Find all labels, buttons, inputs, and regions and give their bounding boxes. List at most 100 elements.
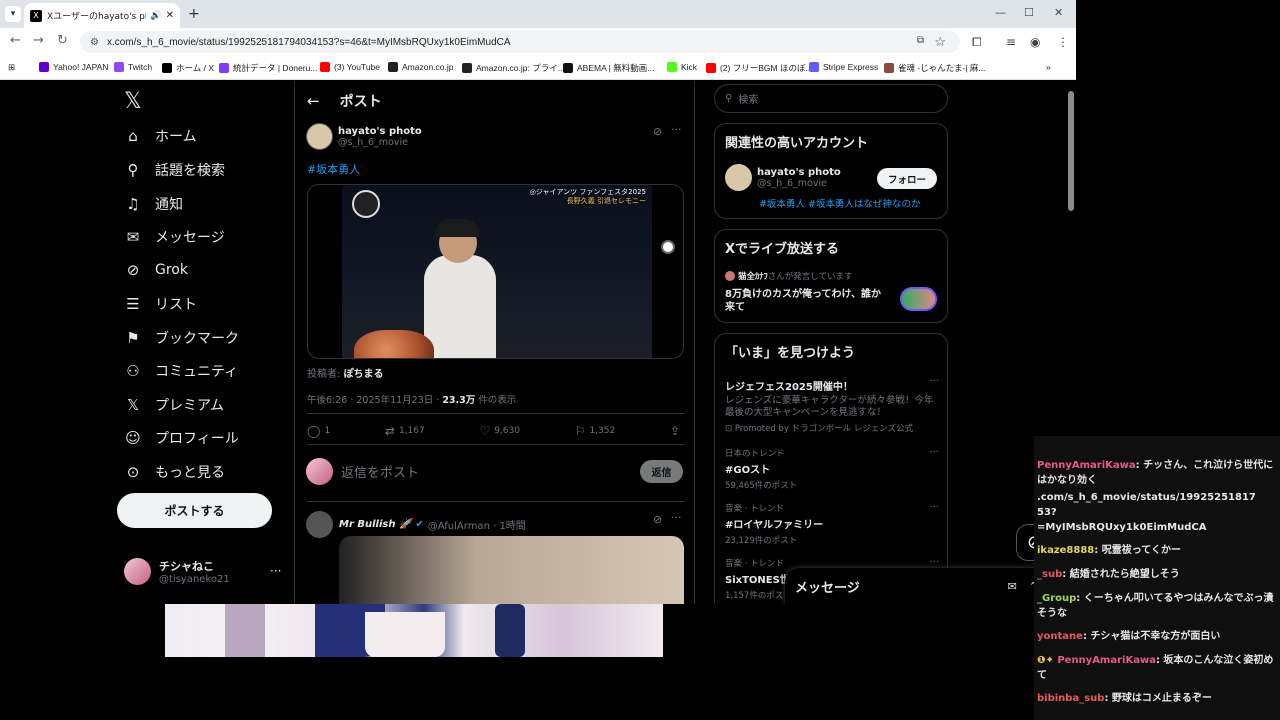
- nav-lists[interactable]: ☰ リスト: [124, 294, 197, 314]
- bookmark-9[interactable]: (2) フリーBGM ほのぼ...: [706, 62, 813, 74]
- active-tab[interactable]: X Xユーザーのhayato's photoさん 🔊 ✕: [24, 3, 180, 28]
- reply-tweet-header[interactable]: Mr Bullish 🚀 ✔ @AfulArman · 1時間: [306, 511, 526, 538]
- live-speakers[interactable]: [900, 287, 937, 311]
- related-avatar[interactable]: [725, 164, 752, 191]
- reply-media[interactable]: [339, 536, 684, 604]
- reply-author-name[interactable]: Mr Bullish 🚀: [339, 519, 411, 530]
- extensions-icon[interactable]: ⧠: [972, 35, 982, 50]
- poster-name[interactable]: ぽちまる: [344, 369, 384, 380]
- bookmark-2[interactable]: ホーム / X: [162, 62, 214, 74]
- author-handle[interactable]: @s_h_6_movie: [338, 137, 422, 148]
- nav-label: 話題を検索: [155, 163, 225, 179]
- bookmark-8[interactable]: Kick: [667, 62, 697, 72]
- nav-profile[interactable]: ☺ プロフィール: [124, 428, 239, 448]
- reply-author-handle[interactable]: @AfulArman · 1時間: [428, 517, 526, 532]
- live-topic[interactable]: 8万負けのカスが俺ってわけ、誰か来て: [725, 288, 890, 314]
- author-name[interactable]: hayato's photo: [338, 126, 422, 137]
- author-avatar[interactable]: [306, 123, 333, 150]
- trend-item[interactable]: 日本のトレンド #GOスト 59,465件のポスト ···: [725, 447, 939, 491]
- minimize-button[interactable]: —: [995, 6, 1006, 19]
- bookmark-7[interactable]: ABEMA | 無料動画...: [563, 62, 654, 74]
- media-icon[interactable]: ≡: [1006, 35, 1016, 49]
- nav-communities[interactable]: ⚇ コミュニティ: [124, 361, 238, 381]
- related-handle[interactable]: @s_h_6_movie: [757, 178, 841, 189]
- nav-messages[interactable]: ✉ メッセージ: [124, 227, 225, 247]
- bookmark-action[interactable]: ⚐ 1,352: [575, 424, 616, 438]
- nav-premium[interactable]: 𝕏 プレミアム: [124, 395, 224, 415]
- divider: [307, 413, 684, 414]
- reply-avatar[interactable]: [306, 511, 333, 538]
- grok-icon[interactable]: ⊘: [653, 513, 662, 526]
- tab-search-button[interactable]: ▾: [5, 6, 21, 22]
- bookmark-star-icon[interactable]: ☆: [934, 34, 946, 50]
- browser-toolbar: ← → ↻ ⚙ x.com/s_h_6_movie/status/1992525…: [0, 28, 1076, 56]
- related-name[interactable]: hayato's photo: [757, 167, 841, 178]
- bookmark-6[interactable]: Amazon.co.jp: プライ...: [462, 62, 565, 74]
- trend-item[interactable]: 音楽 · トレンド #ロイヤルファミリー 23,129件のポスト ···: [725, 502, 939, 546]
- nav-grok[interactable]: ⊘ Grok: [124, 261, 188, 279]
- nav-explore[interactable]: ⚲ 話題を検索: [124, 160, 226, 180]
- video-toggle-icon[interactable]: [661, 240, 675, 254]
- new-message-icon[interactable]: ✉: [1008, 580, 1017, 593]
- messages-drawer[interactable]: メッセージ ✉ ⌃: [785, 568, 1050, 604]
- forward-button[interactable]: →: [33, 33, 44, 48]
- bookmark-1[interactable]: Twitch: [114, 62, 152, 72]
- back-button[interactable]: ←: [10, 33, 21, 48]
- search-icon: ⚲: [127, 161, 139, 179]
- search-input[interactable]: ⚲ 検索: [714, 84, 948, 113]
- address-bar[interactable]: ⚙ x.com/s_h_6_movie/status/1992525181794…: [80, 31, 960, 53]
- repost-action[interactable]: ⇄ 1,167: [385, 424, 425, 438]
- trend-more-icon[interactable]: ···: [929, 502, 939, 513]
- grok-icon[interactable]: ⊘: [653, 125, 662, 138]
- related-account[interactable]: hayato's photo @s_h_6_movie: [725, 164, 841, 191]
- scrollbar-thumb[interactable]: [1068, 91, 1074, 211]
- maximize-button[interactable]: ☐: [1024, 6, 1034, 19]
- nav-home[interactable]: ⌂ ホーム: [124, 126, 196, 146]
- reply-action[interactable]: ◯ 1: [307, 424, 330, 438]
- video-player[interactable]: ◎ジャイアンツ ファンフェスタ2025 長野久義 引退セレモニー: [307, 184, 684, 359]
- stream-chat: PennyAmariKawa: チッさん、これ泣けら世代にはかなり効く .com…: [1034, 436, 1280, 720]
- account-switcher[interactable]: チシャねこ @tisyaneko21 ···: [124, 558, 281, 585]
- new-tab-button[interactable]: +: [188, 6, 200, 22]
- bookmark-10[interactable]: Stripe Express: [809, 62, 878, 72]
- site-info-icon[interactable]: ⚙: [90, 37, 99, 48]
- share-action[interactable]: ⇪: [670, 424, 684, 438]
- post-timestamp[interactable]: 午後6:26 · 2025年11月23日 ·: [307, 395, 442, 406]
- x-logo-icon[interactable]: 𝕏: [124, 89, 142, 114]
- follow-button[interactable]: フォロー: [877, 168, 937, 189]
- share-icon: ⇪: [669, 424, 680, 438]
- chat-message: ❶✦ PennyAmariKawa: 坂本のこんな泣く姿初めて: [1037, 653, 1277, 683]
- bookmark-0[interactable]: Yahoo! JAPAN: [39, 62, 108, 72]
- nav-more[interactable]: ⊙ もっと見る: [124, 462, 225, 482]
- nav-notifications[interactable]: ♫ 通知: [124, 194, 183, 214]
- reload-button[interactable]: ↻: [57, 33, 68, 48]
- trend-more-icon[interactable]: ···: [929, 557, 939, 568]
- bookmark-5[interactable]: Amazon.co.jp: [388, 62, 454, 72]
- menu-icon[interactable]: ⋮: [1057, 35, 1069, 49]
- trend-more-icon[interactable]: ···: [929, 447, 939, 458]
- reply-input[interactable]: 返信をポスト: [341, 462, 640, 481]
- related-hashtags[interactable]: #坂本勇人 #坂本勇人はなぜ神なのか: [759, 196, 920, 210]
- bookmark-3[interactable]: 統計データ | Doneru...: [219, 62, 317, 74]
- post-author[interactable]: hayato's photo @s_h_6_movie: [306, 123, 422, 150]
- post-button[interactable]: ポストする: [117, 493, 272, 528]
- close-window-button[interactable]: ✕: [1054, 6, 1063, 19]
- apps-icon[interactable]: ⊞: [8, 62, 15, 73]
- trend-more-icon[interactable]: ···: [929, 376, 939, 387]
- nav-bookmarks[interactable]: ⚑ ブックマーク: [124, 328, 239, 348]
- more-dots-icon[interactable]: ···: [270, 564, 281, 578]
- trend-item[interactable]: レジェフェス2025開催中！ レジェンズに豪華キャラクターが続々参戦！今年最後の…: [725, 376, 939, 434]
- bookmark-11[interactable]: 雀魂 -じゃんたま-| 麻...: [884, 62, 985, 74]
- reply-more-icon[interactable]: ···: [671, 511, 682, 524]
- post-more-icon[interactable]: ···: [671, 123, 682, 136]
- bookmark-4[interactable]: (3) YouTube: [320, 62, 380, 72]
- install-icon[interactable]: ⧉: [917, 35, 924, 46]
- bookmarks-overflow-icon[interactable]: »: [1046, 62, 1051, 72]
- profile-avatar-icon[interactable]: ◉: [1030, 35, 1040, 49]
- reply-button[interactable]: 返信: [640, 460, 683, 483]
- close-tab-icon[interactable]: ✕: [166, 10, 174, 21]
- speaker-icon[interactable]: 🔊: [150, 11, 161, 21]
- back-arrow-icon[interactable]: ←: [307, 92, 320, 110]
- like-action[interactable]: ♡ 9,630: [479, 424, 520, 438]
- hashtag-link[interactable]: #坂本勇人: [307, 161, 360, 177]
